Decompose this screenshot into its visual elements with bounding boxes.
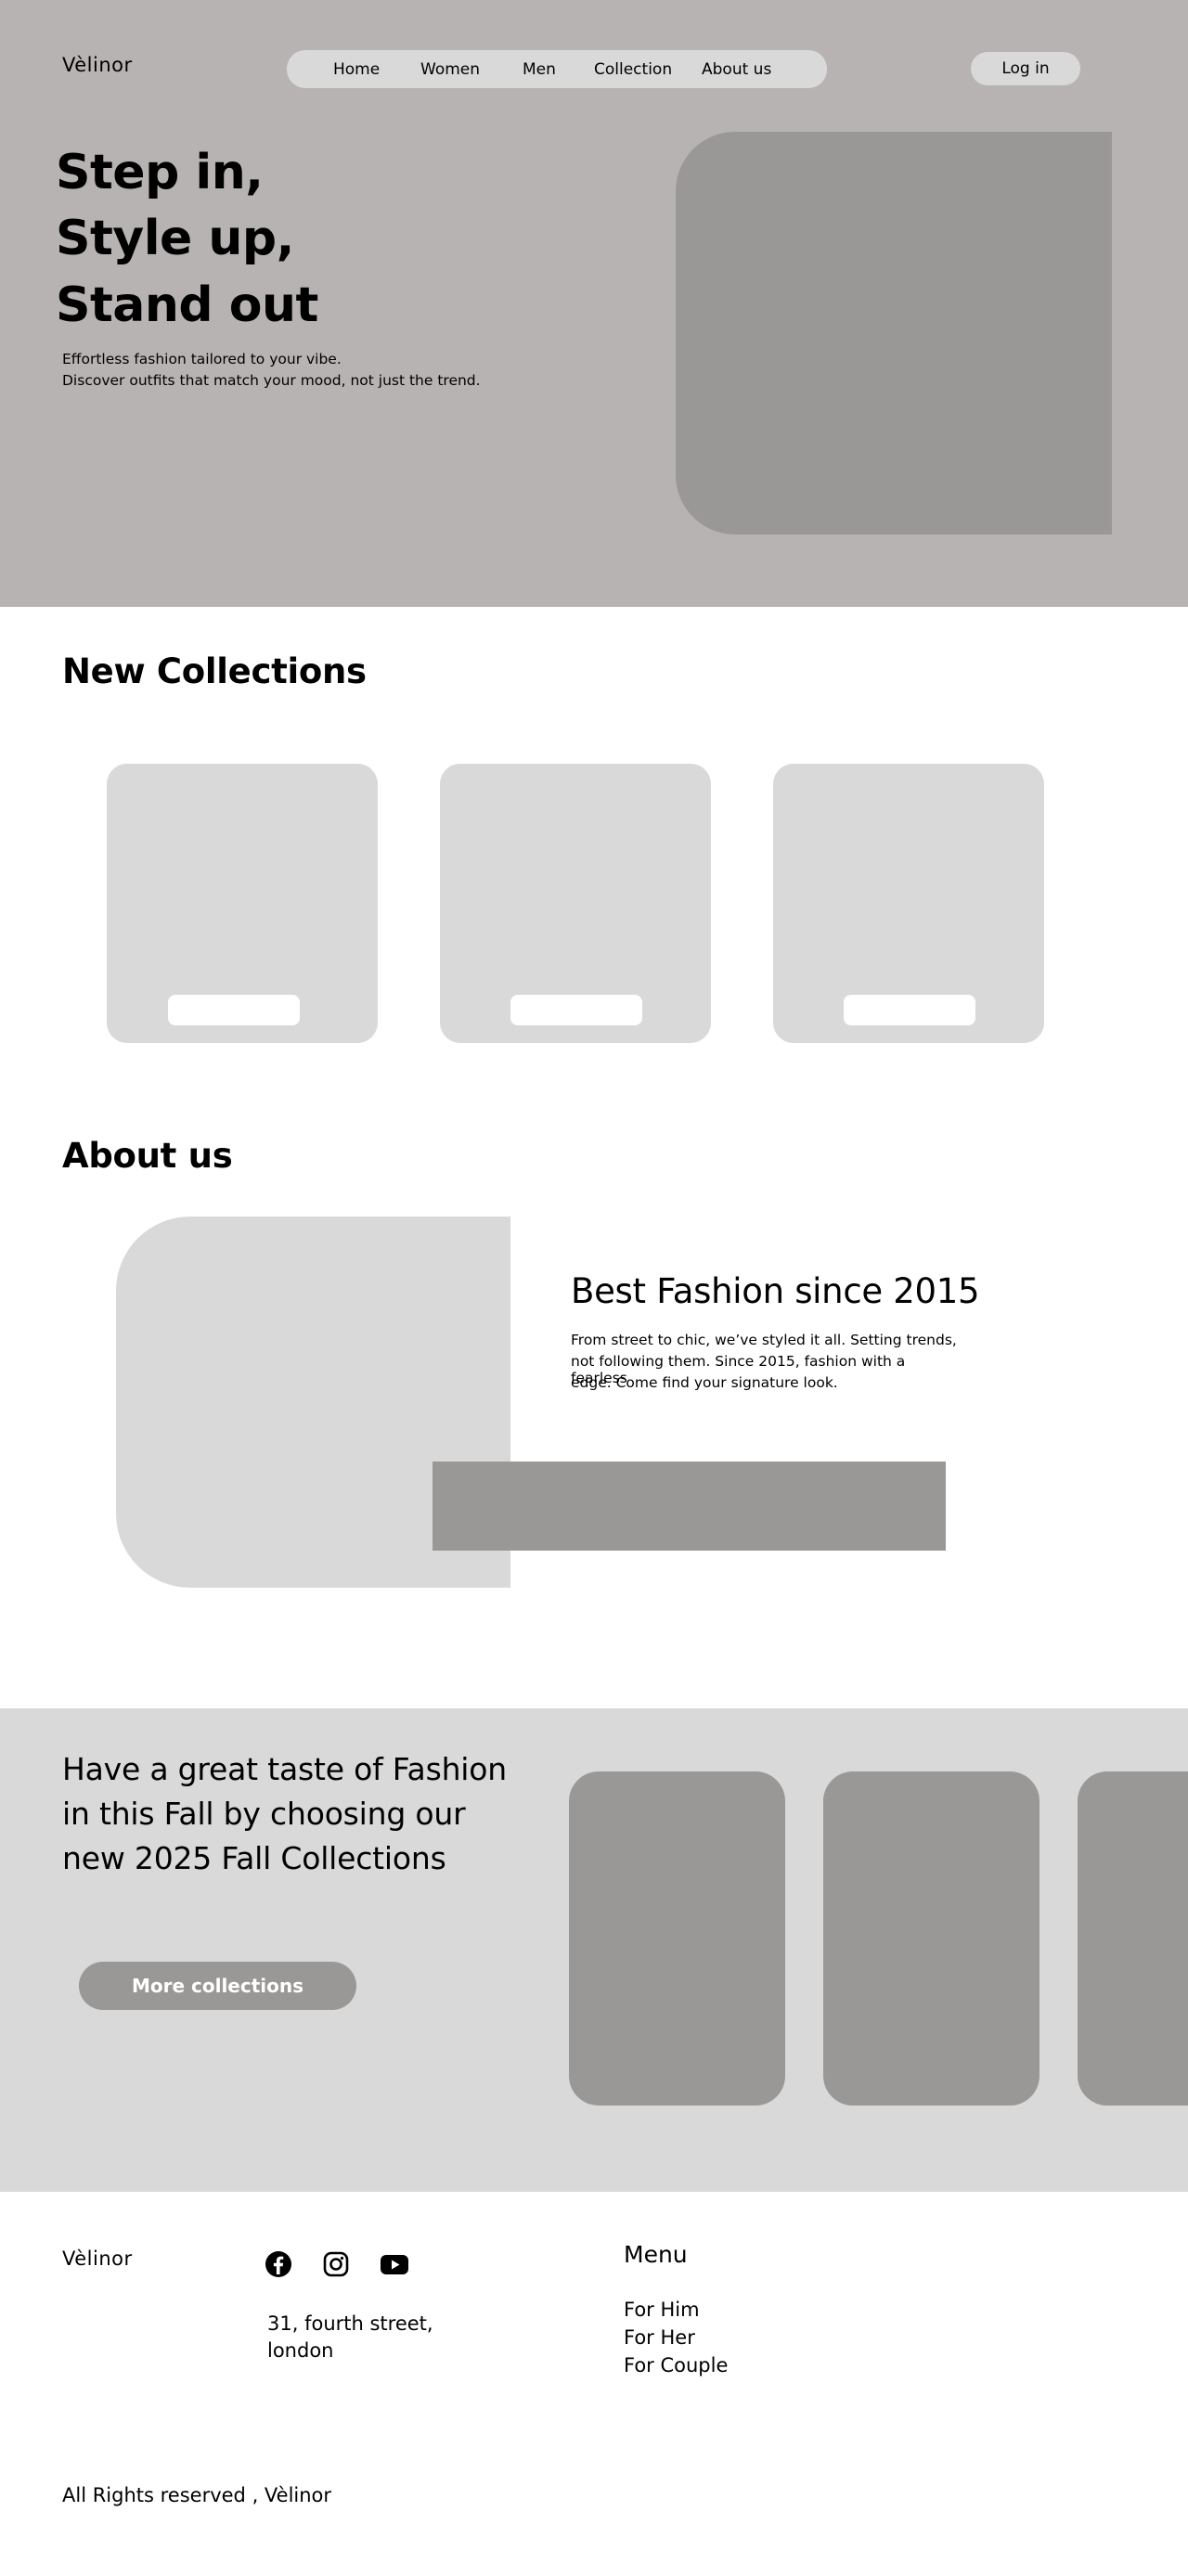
footer-link-for-him[interactable]: For Him [624, 2299, 700, 2321]
promo-text-line-3: new 2025 Fall Collections [62, 1840, 446, 1876]
promo-card[interactable] [823, 1771, 1040, 2106]
hero-headline-line-1: Step in, [56, 145, 264, 200]
footer-menu-title: Menu [624, 2241, 688, 2268]
nav-item-home[interactable]: Home [333, 60, 380, 79]
about-overlay-block [433, 1462, 946, 1551]
more-collections-button[interactable]: More collections [79, 1962, 356, 2010]
collection-card-button[interactable] [844, 995, 975, 1025]
nav-item-women[interactable]: Women [420, 60, 480, 79]
instagram-icon[interactable] [321, 2249, 351, 2279]
nav-item-collection[interactable]: Collection [594, 60, 672, 79]
hero-subtitle-line-1: Effortless fashion tailored to your vibe… [62, 351, 342, 367]
collection-card[interactable] [440, 764, 711, 1043]
main-nav: Home Women Men Collection About us [287, 50, 827, 88]
promo-card[interactable] [1078, 1771, 1188, 2106]
collections-title: New Collections [62, 651, 367, 691]
hero-section: Vèlinor Home Women Men Collection About … [0, 0, 1188, 607]
about-title: About us [62, 1136, 233, 1176]
hero-subtitle-line-2: Discover outfits that match your mood, n… [62, 372, 481, 389]
collection-card-button[interactable] [168, 995, 300, 1025]
promo-text-line-2: in this Fall by choosing our [62, 1796, 466, 1832]
about-text-line-1: From street to chic, we’ve styled it all… [571, 1332, 957, 1348]
brand-logo[interactable]: Vèlinor [62, 54, 133, 76]
hero-image-placeholder [676, 132, 1112, 535]
promo-card[interactable] [569, 1771, 785, 2106]
collection-card[interactable] [107, 764, 378, 1043]
address-line-2: london [267, 2339, 334, 2362]
promo-text-line-1: Have a great taste of Fashion [62, 1751, 507, 1787]
about-heading: Best Fashion since 2015 [571, 1271, 980, 1311]
footer-logo[interactable]: Vèlinor [62, 2248, 133, 2270]
youtube-icon[interactable] [379, 2249, 408, 2279]
collection-card[interactable] [773, 764, 1044, 1043]
hero-headline-line-3: Stand out [56, 277, 318, 333]
nav-item-about-us[interactable]: About us [702, 60, 771, 79]
about-text-line-3: edge. Come find your signature look. [571, 1374, 838, 1391]
footer-link-for-her[interactable]: For Her [624, 2326, 695, 2349]
collection-card-button[interactable] [510, 995, 642, 1025]
address-line-1: 31, fourth street, [267, 2312, 433, 2335]
promo-section: Have a great taste of Fashion in this Fa… [0, 1708, 1188, 2192]
copyright-text: All Rights reserved , Vèlinor [62, 2484, 332, 2506]
login-button[interactable]: Log in [971, 52, 1080, 85]
facebook-icon[interactable] [264, 2249, 293, 2279]
hero-headline-line-2: Style up, [56, 211, 294, 266]
footer-link-for-couple[interactable]: For Couple [624, 2354, 728, 2376]
nav-item-men[interactable]: Men [523, 60, 556, 79]
